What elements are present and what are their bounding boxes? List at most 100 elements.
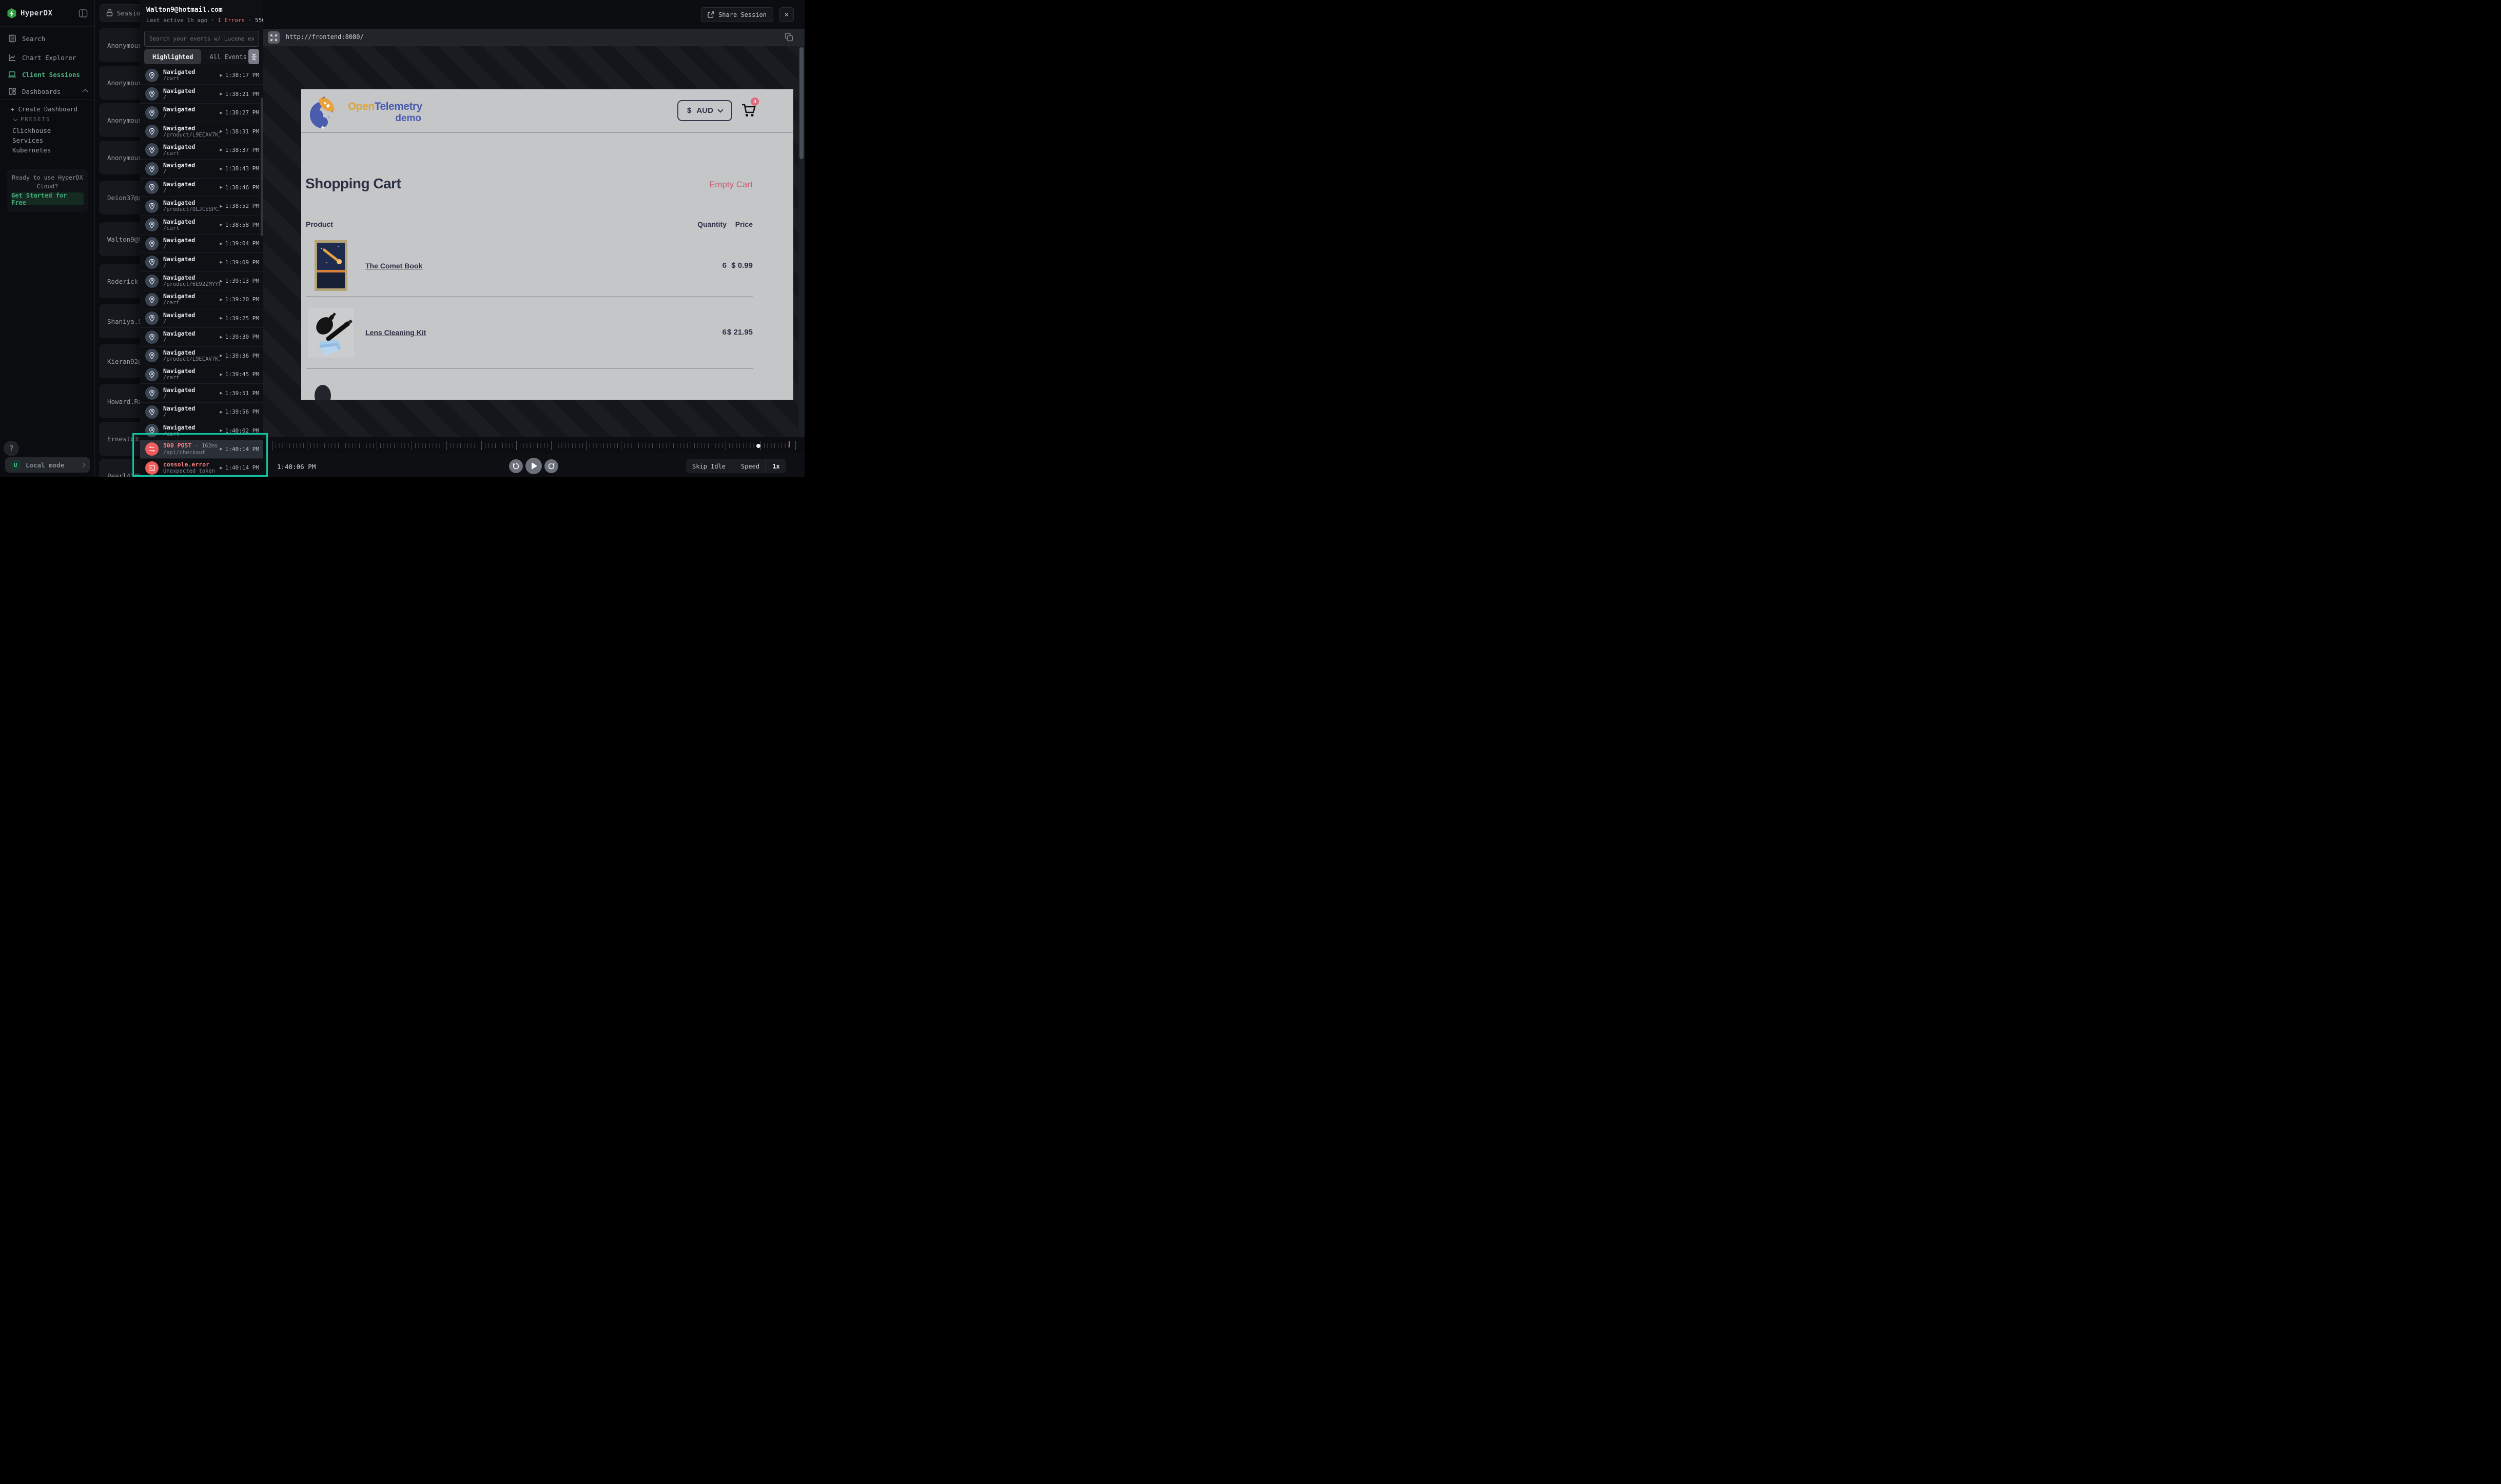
event-timestamp[interactable]: ▶1:39:04 PM <box>220 240 259 247</box>
local-mode-button[interactable]: U Local mode <box>5 457 90 473</box>
event-row-navigation[interactable]: Navigated/▶1:38:21 PM <box>140 84 263 103</box>
event-timestamp[interactable]: ▶1:38:17 PM <box>220 72 259 79</box>
help-button[interactable]: ? <box>4 441 19 456</box>
error-marker <box>789 441 790 447</box>
event-row-navigation[interactable]: Navigated/cart▶1:40:02 PM <box>140 421 263 439</box>
speed-button[interactable]: Speed 1x <box>735 459 786 473</box>
session-list-item[interactable]: Kieran92@h <box>99 344 140 378</box>
event-timestamp[interactable]: ▶1:38:37 PM <box>220 147 259 153</box>
event-row-navigation[interactable]: Navigated/cart▶1:39:45 PM <box>140 365 263 383</box>
event-row-navigation[interactable]: Navigated/▶1:38:46 PM <box>140 178 263 197</box>
event-timestamp[interactable]: ▶1:39:51 PM <box>220 390 259 397</box>
event-timestamp[interactable]: ▶1:40:14 PM <box>220 446 259 453</box>
sidebar-item-search[interactable]: Search <box>0 31 95 46</box>
session-list-item[interactable]: Anonymous <box>99 141 140 174</box>
event-row-navigation[interactable]: Navigated/product/L9ECAV7KIM▶1:39:36 PM <box>140 346 263 365</box>
event-row-navigation[interactable]: Navigated/▶1:39:25 PM <box>140 309 263 327</box>
get-started-button[interactable]: Get Started for Free <box>11 192 84 205</box>
player-scrollbar[interactable] <box>798 46 805 437</box>
event-timestamp[interactable]: ▶1:38:52 PM <box>220 203 259 209</box>
collapse-sidebar-icon[interactable] <box>79 9 88 18</box>
session-list-item[interactable]: Pearl43@h <box>99 459 140 477</box>
event-row-navigation[interactable]: Navigated/product/6E92ZMYYFZ▶1:39:13 PM <box>140 271 263 290</box>
tab-all-events[interactable]: All Events <box>201 49 255 64</box>
sidebar-item-chart-explorer[interactable]: Chart Explorer <box>0 50 95 65</box>
share-session-button[interactable]: Share Session <box>701 7 773 22</box>
event-row-navigation[interactable]: Navigated/▶1:38:43 PM <box>140 159 263 178</box>
event-row-navigation[interactable]: Navigated/▶1:39:56 PM <box>140 402 263 421</box>
rewind-button[interactable] <box>509 459 523 473</box>
webshop-header: OpenTelemetry demo $ AUD 4 <box>301 89 793 132</box>
event-timestamp[interactable]: ▶1:39:45 PM <box>220 371 259 378</box>
event-row-navigation[interactable]: Navigated/▶1:39:04 PM <box>140 234 263 252</box>
event-row-navigation[interactable]: Navigated/▶1:38:27 PM <box>140 103 263 122</box>
session-list-item[interactable]: Anonymous <box>99 28 140 62</box>
session-list-item[interactable]: Howard.Run <box>99 384 140 418</box>
event-row-navigation[interactable]: Navigated/▶1:39:09 PM <box>140 252 263 271</box>
event-row-http-error[interactable]: 500 POST · 162ms/api/checkout▶1:40:14 PM <box>140 440 263 458</box>
preset-item-kubernetes[interactable]: Kubernetes <box>12 146 89 154</box>
event-timestamp[interactable]: ▶1:40:02 PM <box>220 427 259 434</box>
event-timestamp[interactable]: ▶1:38:21 PM <box>220 91 259 97</box>
event-row-navigation[interactable]: Navigated/cart▶1:38:17 PM <box>140 66 263 84</box>
create-dashboard-button[interactable]: + Create Dashboard <box>11 106 77 113</box>
event-timestamp[interactable]: ▶1:38:58 PM <box>220 222 259 228</box>
close-button[interactable]: × <box>779 7 794 22</box>
event-timestamp[interactable]: ▶1:39:36 PM <box>220 353 259 359</box>
session-list-item[interactable]: Roderick_S <box>99 264 140 298</box>
empty-cart-button[interactable]: Empty Cart <box>709 180 753 190</box>
presets-heading[interactable]: PRESETS <box>14 116 50 123</box>
session-list-item[interactable]: Anonymous <box>99 103 140 137</box>
collapse-rows-button[interactable] <box>248 49 259 64</box>
currency-select[interactable]: $ AUD <box>677 100 732 121</box>
events-scrollbar[interactable] <box>261 97 263 236</box>
sidebar-item-client-sessions[interactable]: Client Sessions <box>0 67 95 82</box>
laptop-icon <box>8 70 16 79</box>
play-from-here-icon: ▶ <box>220 260 222 264</box>
event-timestamp[interactable]: ▶1:39:30 PM <box>220 334 259 340</box>
search-input[interactable] <box>144 31 259 47</box>
brand[interactable]: HyperDX <box>7 8 53 18</box>
event-timestamp[interactable]: ▶1:39:56 PM <box>220 408 259 415</box>
play-button[interactable] <box>525 458 542 474</box>
event-timestamp[interactable]: ▶1:39:20 PM <box>220 296 259 303</box>
copy-icon[interactable] <box>785 33 793 42</box>
preset-item-services[interactable]: Services <box>12 136 89 144</box>
product-link[interactable]: Lens Cleaning Kit <box>365 328 426 337</box>
event-detail: /cart <box>163 431 220 438</box>
event-row-navigation[interactable]: Navigated/▶1:39:51 PM <box>140 383 263 402</box>
session-list-item[interactable]: Deion37@gm <box>99 181 140 214</box>
session-list-item[interactable]: Ernesto33@ <box>99 422 140 456</box>
event-title: Navigated <box>163 330 220 337</box>
session-list-item[interactable]: Shaniya.Sc <box>99 304 140 338</box>
preset-item-clickhouse[interactable]: Clickhouse <box>12 127 89 134</box>
event-timestamp[interactable]: ▶1:39:13 PM <box>220 278 259 284</box>
product-link[interactable]: The Comet Book <box>365 262 422 270</box>
tab-sessions[interactable]: Sessions <box>100 4 140 22</box>
sidebar-item-dashboards[interactable]: Dashboards <box>0 84 95 99</box>
event-timestamp[interactable]: ▶1:38:31 PM <box>220 128 259 135</box>
event-row-navigation[interactable]: Navigated/cart▶1:38:58 PM <box>140 216 263 234</box>
product-image-partial <box>315 385 331 400</box>
event-row-navigation[interactable]: Navigated/product/L9ECAV7KIM▶1:38:31 PM <box>140 122 263 140</box>
tab-highlighted[interactable]: Highlighted <box>144 49 201 64</box>
event-text: Navigated/ <box>163 256 220 269</box>
session-list-item[interactable]: Walton9@ho <box>99 222 140 256</box>
forward-button[interactable] <box>544 459 558 473</box>
fullscreen-button[interactable] <box>268 31 280 44</box>
event-timestamp[interactable]: ▶1:39:09 PM <box>220 259 259 266</box>
playback-timeline[interactable] <box>263 437 805 455</box>
event-row-navigation[interactable]: Navigated/cart▶1:39:20 PM <box>140 290 263 308</box>
event-timestamp[interactable]: ▶1:38:43 PM <box>220 165 259 172</box>
event-timestamp[interactable]: ▶1:38:46 PM <box>220 184 259 191</box>
session-list-item[interactable]: Anonymous <box>99 66 140 100</box>
event-row-navigation[interactable]: Navigated/▶1:39:30 PM <box>140 327 263 346</box>
scrollbar-thumb[interactable] <box>799 47 804 159</box>
event-timestamp[interactable]: ▶1:38:27 PM <box>220 109 259 116</box>
event-row-navigation[interactable]: Navigated/product/OLJCESPC7Z▶1:38:52 PM <box>140 197 263 215</box>
event-row-console-error[interactable]: console.errorUnexpected token 'I'…▶1:40:… <box>140 458 263 477</box>
event-timestamp[interactable]: ▶1:39:25 PM <box>220 315 259 322</box>
event-timestamp[interactable]: ▶1:40:14 PM <box>220 464 259 471</box>
event-row-navigation[interactable]: Navigated/cart▶1:38:37 PM <box>140 141 263 159</box>
playhead-marker[interactable] <box>756 444 760 448</box>
